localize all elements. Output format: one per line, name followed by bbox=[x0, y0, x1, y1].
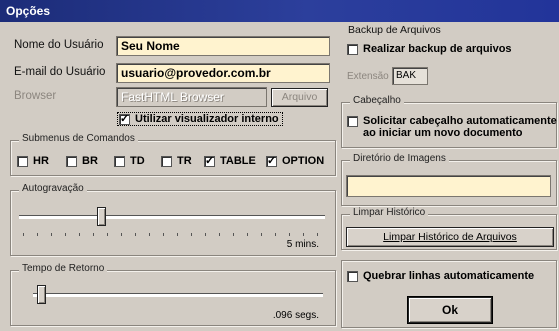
checkbox-label: OPTION bbox=[282, 155, 325, 167]
title-bar: Opções bbox=[0, 0, 559, 22]
submenu-checkbox-td[interactable]: TD bbox=[114, 155, 145, 167]
submenus-group: Submenus de Comandos HR BR TD TR TABLE O… bbox=[10, 133, 336, 176]
checkbox-box bbox=[161, 155, 172, 167]
clear-history-label: Limpar Histórico de Arquivos bbox=[383, 231, 517, 243]
checkbox-box bbox=[266, 154, 277, 167]
autosave-value: 5 mins. bbox=[286, 239, 319, 250]
images-dir-field[interactable] bbox=[346, 175, 551, 197]
submenu-checkbox-option[interactable]: OPTION bbox=[266, 154, 325, 167]
checkbox-label: HR bbox=[33, 155, 49, 167]
checkbox-box bbox=[114, 155, 125, 167]
checkbox-box bbox=[66, 155, 77, 167]
autosave-slider-track[interactable] bbox=[19, 215, 325, 219]
user-email-field[interactable]: usuario@provedor.com.br bbox=[116, 63, 330, 83]
return-time-slider-track[interactable] bbox=[33, 293, 323, 297]
submenu-checkbox-br[interactable]: BR bbox=[66, 155, 98, 167]
backup-extension-label: Extensão bbox=[347, 71, 389, 82]
header-title: Cabeçalho bbox=[350, 95, 404, 106]
backup-checkbox-label: Realizar backup de arquivos bbox=[363, 43, 512, 55]
submenu-checkbox-hr[interactable]: HR bbox=[17, 155, 49, 167]
checkbox-label: TD bbox=[130, 155, 145, 167]
wrap-lines-label: Quebrar linhas automaticamente bbox=[363, 270, 535, 282]
return-time-slider-thumb[interactable] bbox=[37, 285, 46, 304]
user-name-field[interactable]: Seu Nome bbox=[116, 36, 330, 56]
user-email-label: E-mail do Usuário bbox=[14, 66, 106, 78]
autosave-group: Autogravação 5 mins. bbox=[10, 183, 336, 256]
return-time-title: Tempo de Retorno bbox=[19, 263, 108, 274]
backup-title: Backup de Arquivos bbox=[348, 24, 441, 36]
autosave-title: Autogravação bbox=[19, 183, 87, 194]
images-dir-title: Diretório de Imagens bbox=[350, 153, 449, 164]
submenus-title: Submenus de Comandos bbox=[19, 133, 138, 144]
checkbox-box bbox=[347, 43, 358, 55]
return-time-value: .096 segs. bbox=[272, 310, 319, 321]
checkbox-box bbox=[347, 270, 358, 282]
browser-label: Browser bbox=[14, 90, 57, 102]
checkbox-box bbox=[347, 116, 358, 127]
autosave-ticks bbox=[23, 233, 323, 236]
user-name-label: Nome do Usuário bbox=[14, 39, 104, 51]
wrap-lines-checkbox[interactable]: Quebrar linhas automaticamente bbox=[347, 270, 534, 282]
backup-extension-field[interactable]: BAK bbox=[392, 67, 428, 85]
submenu-checkbox-tr[interactable]: TR bbox=[161, 155, 192, 167]
autosave-slider-thumb[interactable] bbox=[97, 207, 106, 226]
history-title: Limpar Histórico bbox=[350, 207, 429, 218]
checkbox-label: TABLE bbox=[220, 155, 256, 167]
clear-history-button[interactable]: Limpar Histórico de Arquivos bbox=[346, 227, 554, 247]
checkbox-box bbox=[204, 154, 215, 167]
internal-viewer-label: Utilizar visualizador interno bbox=[135, 113, 279, 125]
checkbox-box bbox=[17, 155, 28, 167]
return-time-group: Tempo de Retorno .096 segs. bbox=[10, 263, 336, 326]
submenu-checkbox-table[interactable]: TABLE bbox=[204, 154, 256, 167]
checkbox-label: BR bbox=[82, 155, 98, 167]
images-dir-group: Diretório de Imagens bbox=[341, 153, 557, 206]
history-group: Limpar Histórico Limpar Histórico de Arq… bbox=[341, 207, 557, 250]
auto-header-label: Solicitar cabeçalho automaticamente ao i… bbox=[363, 115, 557, 139]
auto-header-label-line1: Solicitar cabeçalho automaticamente bbox=[363, 115, 557, 127]
window-title: Opções bbox=[6, 4, 51, 18]
backup-checkbox[interactable]: Realizar backup de arquivos bbox=[347, 43, 512, 55]
browser-field[interactable]: FastHTML Browser bbox=[116, 87, 267, 107]
auto-header-label-line2: ao iniciar um novo documento bbox=[363, 127, 523, 139]
header-group: Cabeçalho Solicitar cabeçalho automatica… bbox=[341, 95, 557, 148]
options-dialog: Nome do Usuário Seu Nome E-mail do Usuár… bbox=[0, 22, 559, 331]
checkbox-label: TR bbox=[177, 155, 192, 167]
internal-viewer-check-box bbox=[119, 112, 130, 125]
internal-viewer-checkbox[interactable]: Utilizar visualizador interno bbox=[117, 112, 283, 126]
ok-button[interactable]: Ok bbox=[408, 297, 492, 323]
browse-file-button[interactable]: Arquivo bbox=[271, 88, 328, 107]
auto-header-checkbox[interactable]: Solicitar cabeçalho automaticamente ao i… bbox=[347, 115, 557, 139]
wrap-group: Quebrar linhas automaticamente Ok bbox=[341, 260, 557, 328]
